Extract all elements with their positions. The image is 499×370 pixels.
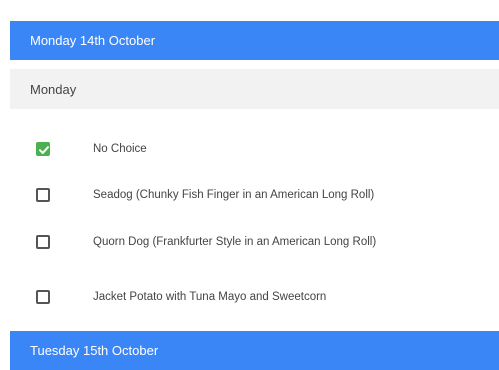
day-header-label: Tuesday 15th October bbox=[30, 343, 159, 358]
meal-option-jacket-potato[interactable]: Jacket Potato with Tuna Mayo and Sweetco… bbox=[10, 277, 499, 317]
checkbox-unchecked[interactable] bbox=[36, 290, 50, 304]
checkbox-checked[interactable] bbox=[36, 142, 50, 156]
day-header-label: Monday 14th October bbox=[30, 33, 156, 48]
checkbox-unchecked[interactable] bbox=[36, 188, 50, 202]
day-header-monday[interactable]: Monday 14th October bbox=[10, 21, 499, 60]
meal-option-label: No Choice bbox=[93, 143, 147, 155]
meal-option-quorn-dog[interactable]: Quorn Dog (Frankfurter Style in an Ameri… bbox=[10, 222, 499, 262]
meal-option-label: Jacket Potato with Tuna Mayo and Sweetco… bbox=[93, 291, 327, 303]
meal-option-label: Quorn Dog (Frankfurter Style in an Ameri… bbox=[93, 236, 377, 248]
meal-option-seadog[interactable]: Seadog (Chunky Fish Finger in an America… bbox=[10, 175, 499, 215]
meal-option-no-choice[interactable]: No Choice bbox=[10, 129, 499, 169]
day-header-tuesday[interactable]: Tuesday 15th October bbox=[10, 331, 499, 370]
day-subheader-label: Monday bbox=[30, 81, 77, 97]
checkbox-unchecked[interactable] bbox=[36, 235, 50, 249]
meal-option-label: Seadog (Chunky Fish Finger in an America… bbox=[93, 189, 375, 201]
day-subheader: Monday bbox=[10, 69, 499, 109]
checkmark-icon bbox=[39, 146, 49, 154]
